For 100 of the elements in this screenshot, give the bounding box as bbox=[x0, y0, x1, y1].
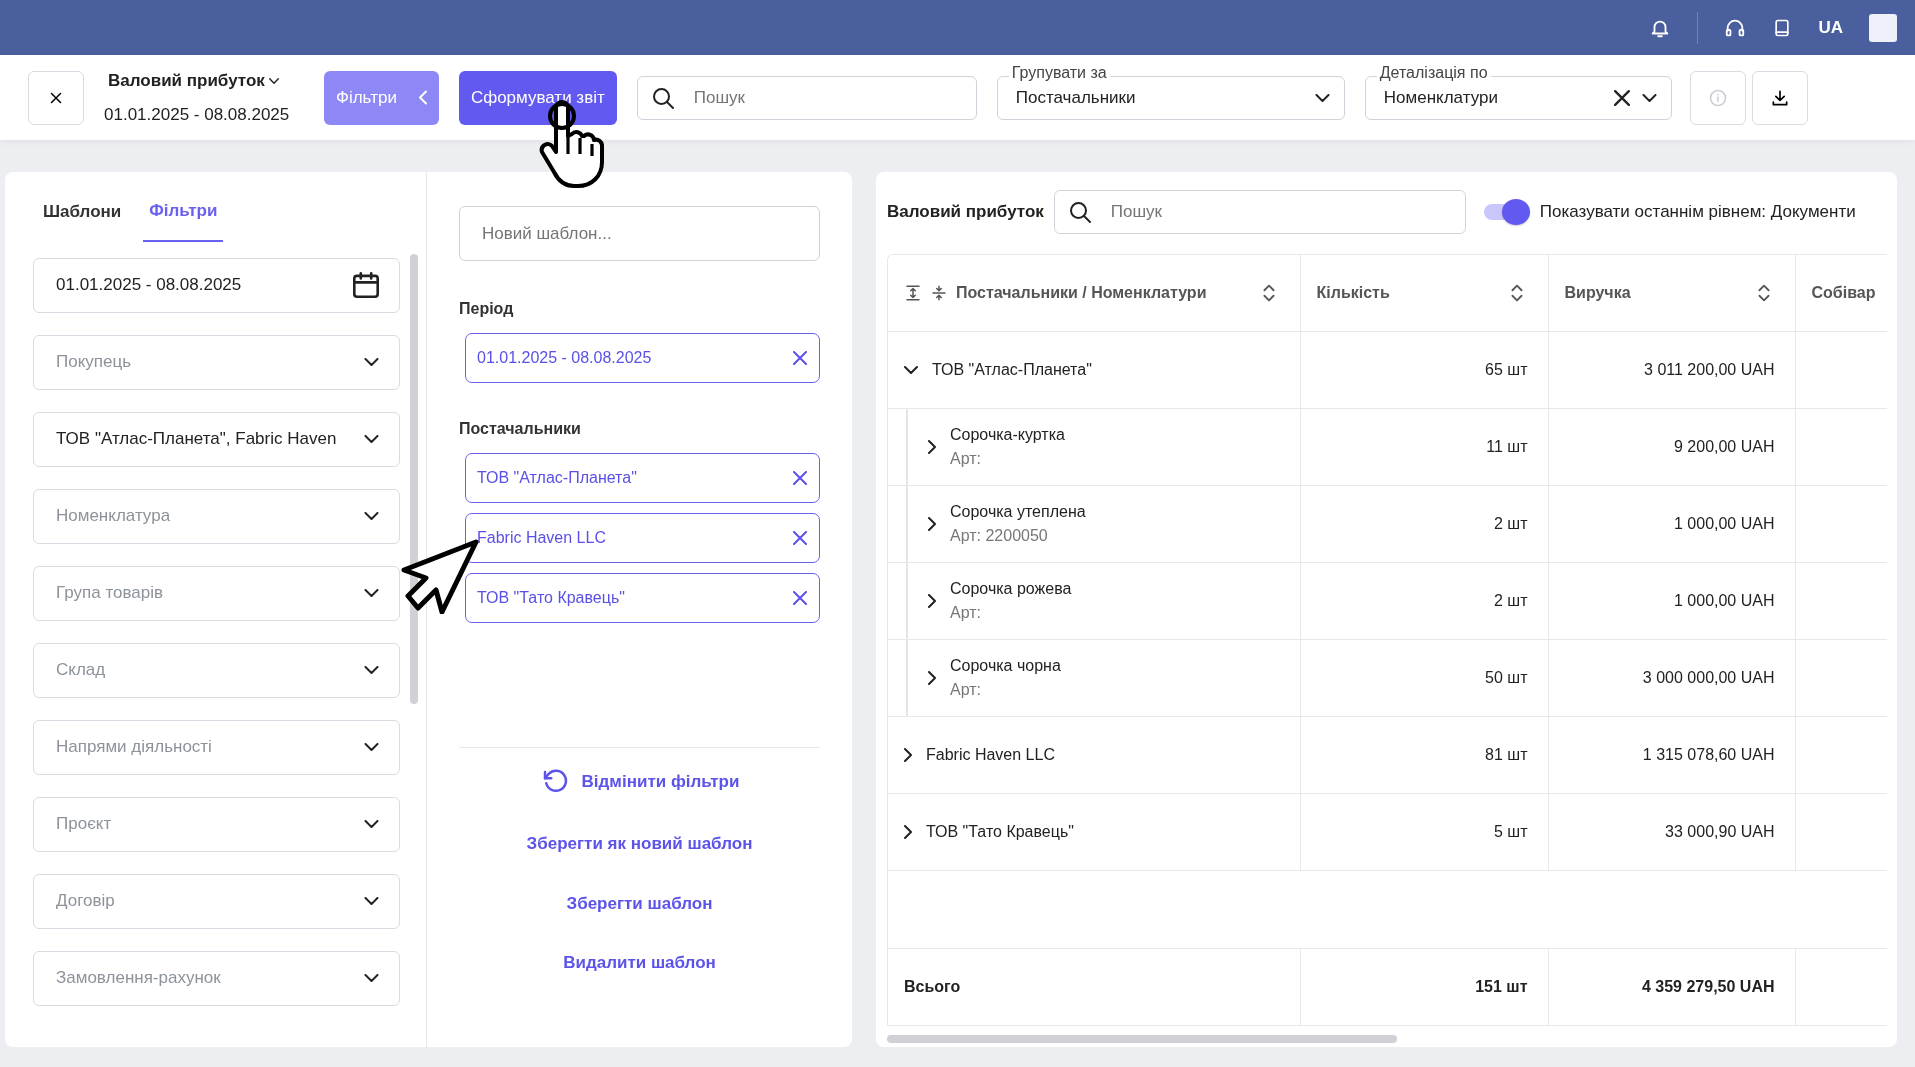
filter-select[interactable]: Номенклатура bbox=[33, 488, 400, 544]
info-icon bbox=[1707, 87, 1728, 108]
total-cell: 151 шт bbox=[1300, 948, 1548, 1025]
field-value: Номенклатури bbox=[1383, 86, 1499, 109]
remove-icon[interactable] bbox=[793, 531, 807, 545]
report-heading: Валовий прибуток bbox=[887, 201, 1044, 224]
sidebar-tab[interactable]: Фільтри bbox=[143, 190, 224, 242]
filter-chip[interactable]: 01.01.2025 - 08.08.2025 bbox=[465, 333, 820, 383]
filter-select[interactable]: Проєкт bbox=[33, 796, 400, 852]
sidebar-tab[interactable]: Шаблони bbox=[37, 190, 128, 242]
column-header[interactable]: Кількість bbox=[1300, 255, 1548, 331]
language-button[interactable]: UA bbox=[1818, 14, 1843, 41]
scrollbar[interactable] bbox=[887, 1035, 1397, 1043]
table-cell: 9 200,00 UAH bbox=[1548, 408, 1795, 485]
chevron-left-icon bbox=[418, 90, 427, 105]
filter-select[interactable]: Склад bbox=[33, 642, 400, 698]
report-title[interactable]: Валовий прибуток bbox=[108, 68, 265, 94]
chevron-down-icon bbox=[1641, 93, 1657, 102]
report-search-field[interactable]: Пошук bbox=[1053, 190, 1466, 234]
template-action-link[interactable]: Зберегти як новий шаблон bbox=[520, 830, 759, 858]
filter-select[interactable]: Договір bbox=[33, 873, 400, 929]
search-icon bbox=[1067, 200, 1092, 224]
remove-icon[interactable] bbox=[793, 591, 807, 605]
field-value: Постачальники bbox=[1015, 86, 1137, 109]
chevron-right-icon[interactable] bbox=[928, 516, 936, 531]
chevron-down-icon bbox=[1314, 93, 1330, 102]
chevron-down-icon[interactable] bbox=[904, 365, 918, 374]
table-cell: 3 011 200,00 UAH bbox=[1548, 331, 1795, 408]
column-header[interactable]: Постачальники / Номенклатури bbox=[888, 255, 1300, 331]
article-number: Арт: 2200050 bbox=[950, 525, 1049, 546]
chevron-down-icon bbox=[364, 974, 379, 982]
template-name-field[interactable]: Новий шаблон... bbox=[459, 206, 820, 261]
section-heading: Постачальники bbox=[459, 419, 582, 439]
chevron-down-icon bbox=[364, 358, 379, 366]
chevron-down-icon bbox=[364, 435, 379, 443]
search-icon bbox=[650, 85, 675, 110]
chevron-right-icon[interactable] bbox=[928, 670, 936, 685]
filter-chip[interactable]: ТОВ "Атлас-Планета" bbox=[465, 453, 820, 503]
article-number: Арт: bbox=[950, 602, 982, 623]
table-cell: 5 шт bbox=[1300, 793, 1548, 870]
caret-icon[interactable] bbox=[268, 77, 279, 84]
expand-all-icon[interactable] bbox=[904, 283, 922, 302]
table-cell: 3 000 000,00 UAH bbox=[1548, 639, 1795, 716]
date-range-field[interactable]: 01.01.2025 - 08.08.2025 bbox=[33, 257, 400, 313]
template-action-link[interactable]: Зберегти шаблон bbox=[560, 889, 719, 917]
article-number: Арт: bbox=[950, 448, 982, 469]
row-name: Сорочка утеплена bbox=[950, 501, 1086, 522]
chevron-down-icon bbox=[364, 743, 379, 751]
template-action-link[interactable]: Видалити шаблон bbox=[557, 949, 722, 977]
filter-select[interactable]: Група товарів bbox=[33, 565, 400, 621]
filter-chip[interactable]: ТОВ "Тато Кравець" bbox=[465, 573, 820, 623]
filter-select[interactable]: Покупець bbox=[33, 334, 400, 390]
table-cell: 65 шт bbox=[1300, 331, 1548, 408]
total-label: Всього bbox=[888, 948, 1300, 1025]
filter-select[interactable]: ТОВ "Атлас-Планета", Fabric Haven bbox=[33, 411, 400, 467]
table-cell: 50 шт bbox=[1300, 639, 1548, 716]
column-header[interactable]: Собівар bbox=[1795, 255, 1887, 331]
chevron-down-icon bbox=[364, 820, 379, 828]
chevron-right-icon[interactable] bbox=[928, 439, 936, 454]
calendar-icon[interactable] bbox=[353, 272, 379, 298]
row-name: Сорочка чорна bbox=[950, 655, 1061, 676]
chevron-down-icon bbox=[364, 512, 379, 520]
row-name: ТОВ "Атлас-Планета" bbox=[932, 359, 1092, 380]
table-cell: 1 000,00 UAH bbox=[1548, 485, 1795, 562]
filter-select[interactable]: Замовлення-рахунок bbox=[33, 950, 400, 1006]
table-cell: 2 шт bbox=[1300, 485, 1548, 562]
article-number: Арт: bbox=[950, 679, 982, 700]
report-period: 01.01.2025 - 08.08.2025 bbox=[104, 103, 291, 126]
collapse-all-icon[interactable] bbox=[930, 283, 948, 302]
row-name: Сорочка рожева bbox=[950, 578, 1072, 599]
chevron-right-icon[interactable] bbox=[904, 824, 912, 839]
table-cell: 1 000,00 UAH bbox=[1548, 562, 1795, 639]
table-cell: 81 шт bbox=[1300, 716, 1548, 793]
chevron-right-icon[interactable] bbox=[928, 593, 936, 608]
filters-button[interactable]: Фільтри bbox=[324, 70, 439, 125]
row-name: Сорочка-куртка bbox=[950, 424, 1065, 445]
avatar[interactable] bbox=[1869, 13, 1897, 42]
remove-icon[interactable] bbox=[793, 471, 807, 485]
download-button[interactable] bbox=[1751, 70, 1808, 125]
remove-icon[interactable] bbox=[793, 351, 807, 365]
column-header[interactable]: Виручка bbox=[1548, 255, 1795, 331]
row-name: Fabric Haven LLC bbox=[926, 744, 1055, 765]
table-cell: 11 шт bbox=[1300, 408, 1548, 485]
clear-icon[interactable] bbox=[1613, 89, 1630, 106]
row-name: ТОВ "Тато Кравець" bbox=[926, 821, 1074, 842]
table-cell: 33 000,90 UAH bbox=[1548, 793, 1795, 870]
field-label: Деталізація по bbox=[1376, 64, 1491, 81]
toggle-switch[interactable] bbox=[1483, 197, 1530, 227]
filter-select[interactable]: Напрями діяльності bbox=[33, 719, 400, 775]
chevron-down-icon bbox=[364, 897, 379, 905]
table-cell: 1 315 078,60 UAH bbox=[1548, 716, 1795, 793]
field-label: Групувати за bbox=[1008, 64, 1110, 81]
search-field[interactable]: Пошук bbox=[636, 75, 977, 120]
chevron-right-icon[interactable] bbox=[904, 747, 912, 762]
reset-filters-button[interactable]: Відмінити фільтри bbox=[533, 766, 746, 798]
chevron-down-icon bbox=[364, 666, 379, 674]
generate-report-button[interactable]: Сформувати звіт bbox=[458, 70, 617, 125]
filter-chip[interactable]: Fabric Haven LLC bbox=[465, 513, 820, 563]
table-cell: 2 шт bbox=[1300, 562, 1548, 639]
scrollbar[interactable] bbox=[410, 254, 418, 704]
